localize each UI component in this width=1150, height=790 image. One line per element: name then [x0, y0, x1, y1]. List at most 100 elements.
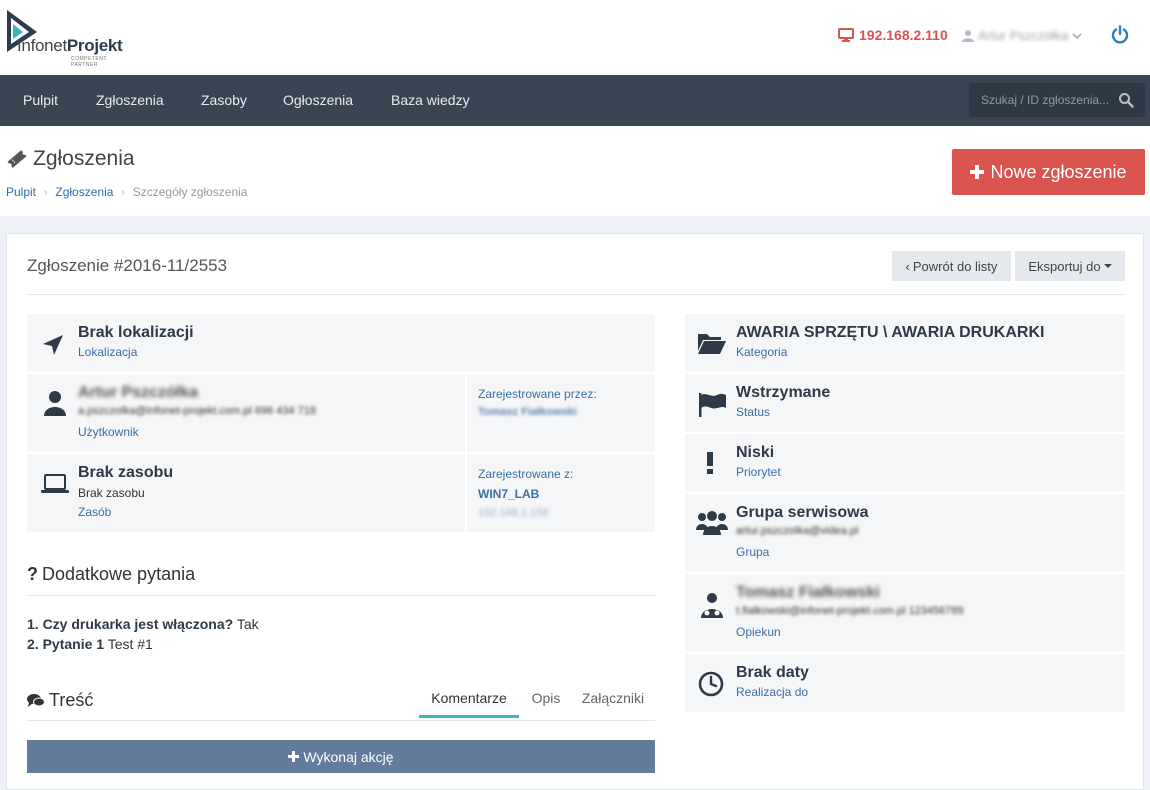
search-icon[interactable]	[1118, 92, 1134, 108]
question-text: 1. Czy drukarka jest włączona?	[27, 616, 234, 632]
nav-item-pulpit[interactable]: Pulpit	[23, 75, 58, 126]
ticket-card: Zgłoszenie #2016-11/2553 ‹ Powrót do lis…	[6, 233, 1144, 790]
priority-label: Priorytet	[736, 465, 781, 479]
top-bar: InfonetProjekt COMPETENT PARTNER 192.168…	[0, 0, 1150, 75]
monitor-icon	[838, 28, 854, 42]
flag-icon	[699, 393, 726, 417]
logo-tagline: COMPETENT PARTNER	[71, 56, 107, 68]
resource-sub: Brak zasobu	[78, 486, 145, 500]
question-mark-icon: ?	[27, 564, 38, 584]
group-label: Grupa	[736, 545, 770, 559]
category-label: Kategoria	[736, 345, 788, 359]
resource-title: Brak zasobu	[78, 464, 174, 481]
caretaker-label: Opiekun	[736, 625, 781, 639]
content-divider	[27, 720, 655, 721]
power-icon[interactable]	[1110, 25, 1130, 45]
users-icon	[696, 511, 728, 535]
registered-by-label: Zarejestrowane przez:	[478, 387, 597, 401]
clock-icon	[698, 671, 724, 697]
tab-opis[interactable]: Opis	[523, 678, 569, 718]
user-name: Artur Pszczółka	[978, 28, 1069, 43]
user-icon	[962, 30, 974, 42]
caretaker-contact: t.fialkowski@infonet-projekt.com.pl 1234…	[736, 605, 964, 617]
user-contact: a.pszczolka@infonet-projekt.com.pl 696 4…	[78, 405, 317, 417]
laptop-icon	[41, 474, 69, 493]
status-label: Status	[736, 405, 771, 419]
resource-label: Zasób	[78, 505, 112, 519]
ticket-icon	[7, 150, 27, 168]
breadcrumb: Pulpit › Zgłoszenia › Szczegóły zgłoszen…	[6, 185, 247, 199]
logo-text: InfonetProjekt	[17, 36, 123, 56]
plus-icon	[970, 165, 985, 179]
perform-action-button[interactable]: Wykonaj akcję	[27, 740, 655, 773]
user-label: Użytkownik	[78, 425, 139, 439]
nav-item-zasoby[interactable]: Zasoby	[201, 75, 247, 126]
breadcrumb-pulpit[interactable]: Pulpit	[6, 185, 36, 199]
logo-text-bold: Projekt	[66, 36, 123, 55]
page-title-text: Zgłoszenia	[33, 147, 135, 170]
due-date-box: Brak daty Realizacja do	[685, 654, 1125, 712]
card-divider	[27, 294, 1125, 295]
ticket-title: Zgłoszenie #2016-11/2553	[27, 256, 228, 275]
location-label: Lokalizacja	[78, 345, 138, 359]
user-box: Artur Pszczółka a.pszczolka@infonet-proj…	[27, 374, 465, 452]
question-item: 1. Czy drukarka jest włączona? Tak	[27, 616, 259, 632]
status-box: Wstrzymane Status	[685, 374, 1125, 432]
questions-title-text: Dodatkowe pytania	[42, 564, 196, 584]
question-text: 2. Pytanie 1	[27, 636, 105, 652]
breadcrumb-zgloszenia[interactable]: Zgłoszenia	[55, 185, 113, 199]
priority-box: Niski Priorytet	[685, 434, 1125, 492]
new-ticket-button[interactable]: Nowe zgłoszenie	[952, 149, 1145, 195]
registered-from-label: Zarejestrowane z:	[478, 467, 574, 481]
ip-address-text: 192.168.2.110	[859, 27, 948, 43]
user-md-icon	[701, 593, 723, 618]
tab-zalaczniki[interactable]: Załączniki	[575, 678, 651, 718]
priority-title: Niski	[736, 444, 775, 461]
perform-action-label: Wykonaj akcję	[303, 748, 394, 765]
registered-by-box: Zarejestrowane przez: Tomasz Fiałkowski	[467, 374, 655, 452]
nav-item-ogloszenia[interactable]: Ogłoszenia	[283, 75, 353, 126]
breadcrumb-current: Szczegóły zgłoszenia	[132, 185, 248, 199]
user-icon	[44, 391, 66, 416]
registered-from-box: Zarejestrowane z: WIN7_LAB 192.168.1.158	[467, 454, 655, 532]
answer-text: Test #1	[107, 636, 153, 652]
questions-divider	[27, 595, 655, 596]
breadcrumb-separator-icon: ›	[44, 186, 48, 198]
folder-open-icon	[698, 334, 726, 354]
question-item: 2. Pytanie 1 Test #1	[27, 636, 153, 652]
tab-komentarze[interactable]: Komentarze	[419, 678, 519, 718]
back-to-list-label: Powrót do listy	[912, 258, 998, 274]
group-contact: artur.pszczolka@videa.pl	[736, 525, 859, 537]
logo[interactable]: InfonetProjekt COMPETENT PARTNER	[5, 8, 135, 68]
caretaker-name: Tomasz Fiałkowski	[736, 584, 880, 601]
location-box: Brak lokalizacji Lokalizacja	[27, 314, 655, 372]
nav-item-baza-wiedzy[interactable]: Baza wiedzy	[391, 75, 470, 126]
nav-item-zgloszenia[interactable]: Zgłoszenia	[96, 75, 164, 126]
location-title: Brak lokalizacji	[78, 324, 194, 341]
registered-from-ip: 192.168.1.158	[478, 507, 549, 519]
user-menu[interactable]: Artur Pszczółka	[962, 28, 1082, 43]
search-box	[969, 83, 1145, 117]
questions-title: ? Dodatkowe pytania	[27, 564, 195, 585]
search-input[interactable]	[969, 83, 1117, 117]
location-arrow-icon	[43, 335, 63, 355]
registered-from-host: WIN7_LAB	[478, 487, 540, 501]
back-to-list-button[interactable]: ‹ Powrót do listy	[892, 251, 1011, 281]
category-box: AWARIA SPRZĘTU \ AWARIA DRUKARKI Kategor…	[685, 314, 1125, 372]
due-date-title: Brak daty	[736, 664, 809, 681]
chevron-left-icon: ‹	[905, 258, 910, 274]
page-header: Zgłoszenia Pulpit › Zgłoszenia › Szczegó…	[0, 126, 1150, 216]
logo-text-light: Infonet	[17, 36, 67, 55]
comments-icon	[27, 694, 45, 707]
export-button[interactable]: Eksportuj do	[1015, 251, 1125, 281]
new-ticket-label: Nowe zgłoszenie	[990, 161, 1127, 182]
user-name: Artur Pszczółka	[78, 384, 199, 401]
group-title: Grupa serwisowa	[736, 504, 869, 521]
resource-box: Brak zasobu Brak zasobu Zasób	[27, 454, 465, 532]
registered-by-value: Tomasz Fiałkowski	[478, 406, 577, 418]
plus-icon	[288, 751, 300, 762]
chevron-down-icon	[1072, 32, 1082, 39]
status-title: Wstrzymane	[736, 384, 831, 401]
breadcrumb-separator-icon: ›	[121, 186, 125, 198]
exclamation-icon	[707, 452, 713, 474]
